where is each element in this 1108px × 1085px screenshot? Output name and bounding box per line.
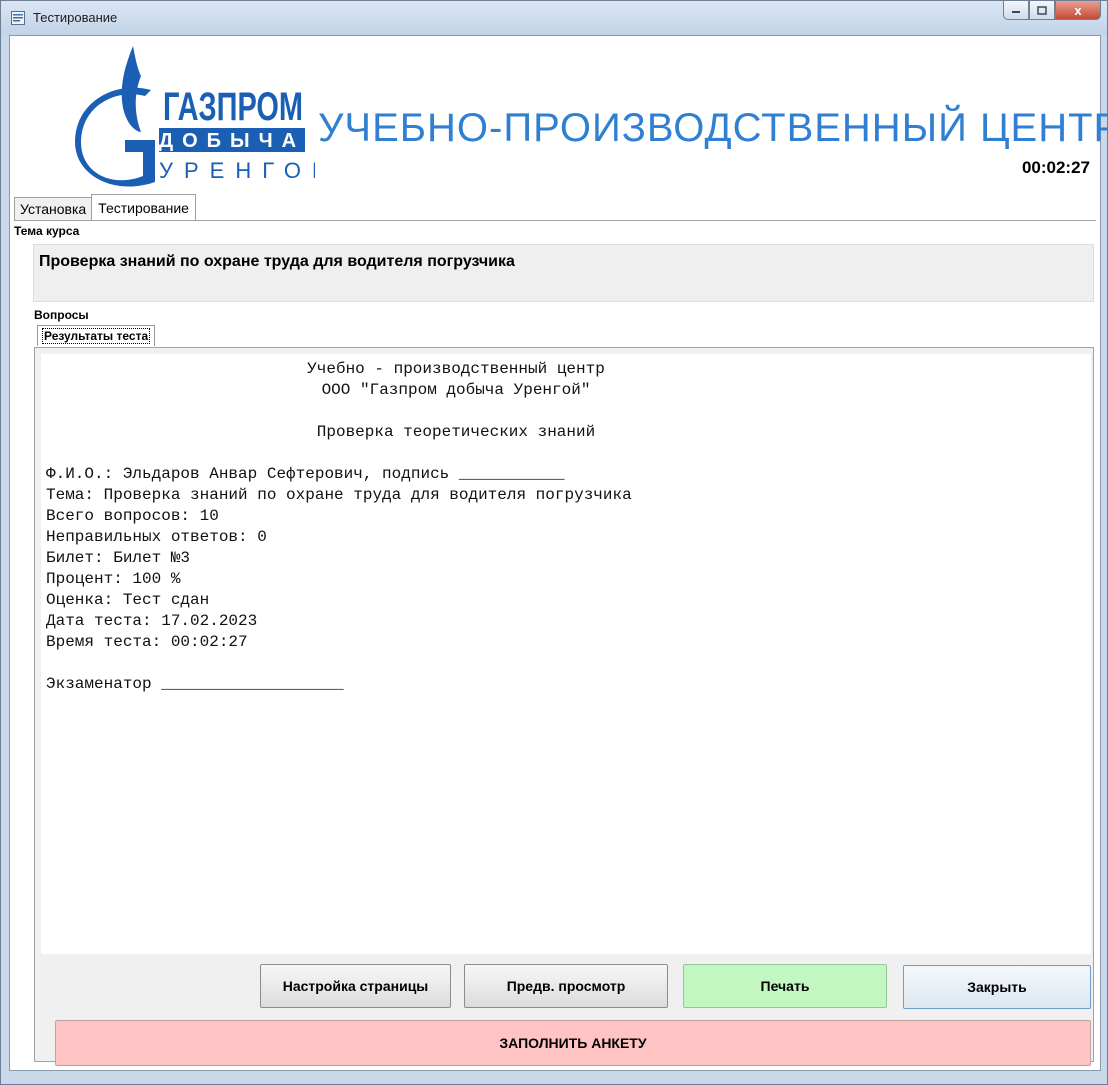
report-header-line: ООО "Газпром добыча Уренгой" [321, 381, 591, 399]
report-line: Процент: 100 % [46, 570, 181, 588]
window-title: Тестирование [33, 10, 118, 25]
report-header-line: Учебно - производственный центр [307, 360, 605, 378]
app-icon [11, 11, 25, 25]
questions-label: Вопросы [34, 308, 89, 322]
report-line: Дата теста: 17.02.2023 [46, 612, 258, 630]
tab-testirovanie[interactable]: Тестирование [91, 194, 196, 221]
preview-button[interactable]: Предв. просмотр [464, 964, 668, 1008]
tab-results-label: Результаты теста [42, 328, 151, 344]
application-window: Тестирование x ГАЗПРОМ ДОБЫЧА УРЕНГОЙ УЧ… [0, 0, 1108, 1085]
page-setup-button[interactable]: Настройка страницы [260, 964, 451, 1008]
minimize-button[interactable] [1003, 1, 1029, 20]
report-view[interactable]: Учебно - производственный центр ООО "Газ… [41, 354, 1091, 954]
course-field: Проверка знаний по охране труда для води… [33, 244, 1094, 302]
report-line: Всего вопросов: 10 [46, 507, 219, 525]
report-subtitle: Проверка теоретических знаний [316, 423, 596, 441]
timer: 00:02:27 [1021, 158, 1090, 177]
maximize-button[interactable] [1029, 1, 1055, 20]
minimize-icon [1012, 11, 1020, 13]
report-line: Время теста: 00:02:27 [46, 633, 248, 651]
tab-ustanovka[interactable]: Установка [14, 197, 93, 220]
close-icon: x [1074, 2, 1082, 18]
title-bar: Тестирование x [1, 1, 1107, 35]
gazprom-logo: ГАЗПРОМ ДОБЫЧА УРЕНГОЙ [75, 46, 315, 187]
course-value: Проверка знаний по охране труда для води… [39, 253, 515, 270]
report-line: Билет: Билет №3 [46, 549, 191, 567]
report-line: Оценка: Тест сдан [46, 591, 210, 609]
fill-survey-button[interactable]: ЗАПОЛНИТЬ АНКЕТУ [55, 1020, 1091, 1066]
report-line: Неправильных ответов: 0 [46, 528, 267, 546]
report-line: Тема: Проверка знаний по охране труда дл… [46, 486, 632, 504]
logo-urengoy-text: УРЕНГОЙ [159, 158, 315, 183]
report-examiner: Экзаменатор ___________________ [46, 675, 344, 693]
main-tabs: Установка Тестирование [14, 194, 196, 221]
report-line: Ф.И.О.: Эльдаров Анвар Сефтерович, подпи… [46, 465, 565, 483]
print-button[interactable]: Печать [683, 964, 887, 1008]
banner-title: УЧЕБНО-ПРОИЗВОДСТВЕННЫЙ ЦЕНТР [318, 106, 1108, 150]
tab-results[interactable]: Результаты теста [37, 325, 156, 346]
results-panel: Учебно - производственный центр ООО "Газ… [34, 347, 1094, 1066]
tab-divider [14, 220, 1096, 221]
close-button[interactable]: Закрыть [903, 965, 1091, 1009]
close-window-button[interactable]: x [1055, 1, 1101, 20]
logo-dobycha-text: ДОБЫЧА [159, 130, 305, 152]
main-form: ГАЗПРОМ ДОБЫЧА УРЕНГОЙ УЧЕБНО-ПРОИЗВОДСТ… [9, 35, 1108, 1071]
maximize-icon [1037, 5, 1047, 15]
logo-gazprom-text: ГАЗПРОМ [163, 85, 303, 129]
course-label: Тема курса [14, 224, 80, 238]
